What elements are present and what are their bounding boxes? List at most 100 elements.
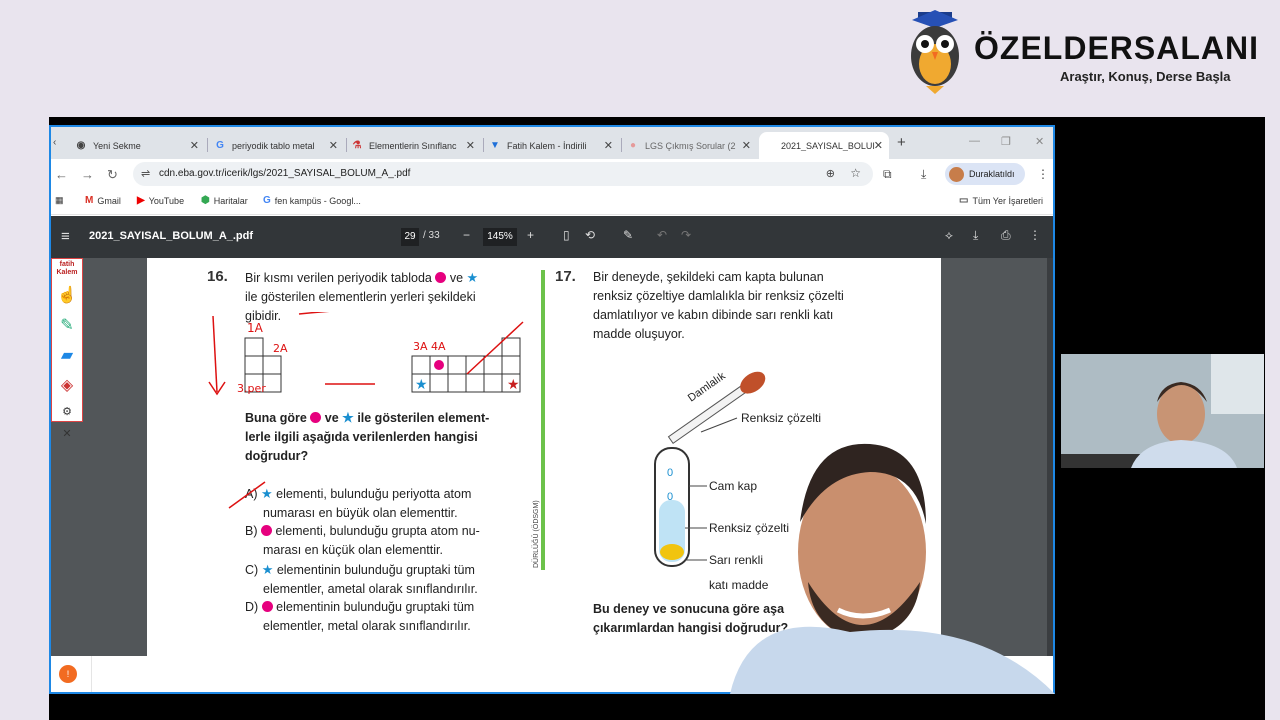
undo-icon[interactable]: ↶ — [657, 228, 667, 242]
annotate-icon[interactable]: ✎ — [623, 228, 633, 242]
forward-icon[interactable]: → — [81, 167, 94, 182]
close-icon[interactable]: ✕ — [742, 139, 751, 152]
settings-close-icon[interactable]: ⚙ ✕ — [56, 401, 78, 440]
tab-label: periyodik tablo metal — [232, 140, 315, 151]
bookmarks-bar: ▦ M Gmail ▶ YouTube ⬢ Haritalar G fen ka… — [51, 189, 1053, 215]
profile-label: Duraklatıldı — [969, 169, 1015, 179]
pink-circle-icon — [310, 412, 322, 423]
person-large-icon — [730, 443, 1055, 694]
fatih-kalem-logo: fatih Kalem — [56, 261, 78, 276]
close-icon[interactable]: ✕ — [874, 139, 883, 152]
pdf-menu-icon[interactable]: ⋮ — [1029, 228, 1041, 242]
tab-fatih-kalem[interactable]: ▼ Fatih Kalem - İndirili ✕ — [489, 132, 619, 159]
zoom-icon[interactable]: ⊕ — [826, 167, 835, 180]
triangle-icon: ▼ — [490, 140, 500, 151]
tab-label: Elementlerin Sınıflanc — [369, 140, 457, 151]
minimize-icon[interactable]: — — [969, 135, 980, 147]
page-number-input[interactable]: 29 — [401, 228, 419, 246]
column-divider — [541, 270, 545, 570]
all-bookmarks[interactable]: ▭ Tüm Yer İşaretleri — [959, 195, 1043, 206]
address-row: ← → ↻ ⇌ cdn.eba.gov.tr/icerik/lgs/2021_S… — [51, 159, 1053, 189]
tab-search-icon[interactable]: ‹ — [53, 137, 56, 148]
option-c[interactable]: C) ★ elementinin bulunduğu gruptaki tüm … — [245, 560, 478, 599]
pink-circle-icon — [261, 601, 273, 612]
handwriting-3a-4a: 3A 4A — [413, 340, 446, 353]
tab-elements[interactable]: ⚗ Elementlerin Sınıflanc ✕ — [351, 132, 481, 159]
ai-icon[interactable]: ⟡ — [945, 228, 953, 243]
q16-question: Buna göre ve ★ ile gösterilen element- l… — [245, 410, 490, 463]
close-icon[interactable]: ✕ — [329, 139, 338, 152]
hamburger-icon[interactable]: ≡ — [61, 228, 70, 245]
frame-bottom — [49, 694, 1265, 720]
option-d[interactable]: D) elementinin bulunduğu gruptaki tüm el… — [245, 598, 474, 636]
tab-label: LGS Çıkmış Sorular (2 — [645, 140, 736, 151]
url-text: cdn.eba.gov.tr/icerik/lgs/2021_SAYISAL_B… — [159, 168, 411, 179]
star-icon: ★ — [342, 410, 354, 425]
tab-periodic-search[interactable]: G periyodik tablo metal ✕ — [214, 132, 344, 159]
bookmark-star-icon[interactable]: ☆ — [850, 166, 861, 180]
menu-dots-icon[interactable]: ⋮ — [1037, 167, 1049, 181]
handwriting-period: 3.per — [237, 382, 266, 395]
star-icon: ★ — [261, 562, 274, 577]
pen-icon[interactable]: ✎ — [56, 315, 78, 337]
new-tab-button[interactable]: + — [897, 134, 906, 151]
svg-text:0: 0 — [667, 467, 673, 479]
print-icon[interactable]: ⎙ — [1001, 228, 1011, 243]
brand-tagline: Araştır, Konuş, Derse Başla — [1060, 69, 1231, 84]
back-icon[interactable]: ← — [55, 167, 68, 182]
flask-icon: ⚗ — [352, 140, 362, 151]
tab-pdf-active[interactable]: 2021_SAYISAL_BOLUI ✕ — [759, 132, 889, 159]
zoom-out-icon[interactable]: − — [463, 228, 470, 242]
close-icon[interactable]: ✕ — [466, 139, 475, 152]
hand-pointer-icon[interactable]: ☝ — [56, 285, 78, 307]
restore-icon[interactable]: ❐ — [1001, 135, 1011, 148]
avatar — [949, 166, 964, 182]
apps-grid-icon[interactable]: ▦ — [55, 195, 64, 206]
person-small-icon — [1061, 354, 1264, 468]
eraser-icon[interactable]: ▰ — [56, 345, 78, 367]
bookmark-youtube[interactable]: ▶ YouTube — [137, 195, 184, 206]
webcam-small — [1061, 354, 1264, 468]
close-icon[interactable]: ✕ — [604, 139, 613, 152]
download-icon[interactable]: ⤓ — [921, 167, 926, 182]
extensions-icon[interactable]: ⧉ — [883, 167, 892, 182]
colorless-top-label: Renksiz çözelti — [741, 411, 821, 425]
zoom-input[interactable]: 145% — [483, 228, 517, 246]
shapes-icon[interactable]: ◈ — [56, 375, 78, 397]
svg-text:0: 0 — [667, 491, 673, 503]
rotate-icon[interactable]: ⟲ — [585, 228, 595, 242]
site-info-icon[interactable]: ⇌ — [141, 167, 150, 180]
address-bar[interactable]: ⇌ cdn.eba.gov.tr/icerik/lgs/2021_SAYISAL… — [133, 162, 873, 186]
q17-number: 17. — [555, 268, 576, 285]
owl-logo-icon — [911, 10, 959, 94]
bookmark-fen-kampus[interactable]: G fen kampüs - Googl... — [263, 195, 361, 206]
tab-lgs[interactable]: ● LGS Çıkmış Sorular (2 ✕ — [627, 132, 757, 159]
bookmark-maps[interactable]: ⬢ Haritalar — [201, 195, 248, 206]
pink-circle-icon — [435, 272, 447, 283]
tab-bar: ‹ ◉ Yeni Sekme ✕ G periyodik tablo metal… — [51, 127, 1053, 159]
pink-circle-icon — [260, 525, 272, 536]
profile-button[interactable]: Duraklatıldı — [945, 163, 1025, 185]
option-b[interactable]: B) elementi, bulunduğu grupta atom nu- m… — [245, 522, 480, 560]
close-icon[interactable]: ✕ — [190, 139, 199, 152]
chrome-icon: ◉ — [76, 140, 86, 151]
q16-number: 16. — [207, 268, 228, 285]
bookmark-gmail[interactable]: M Gmail — [85, 195, 121, 206]
tab-label: Fatih Kalem - İndirili — [507, 140, 587, 151]
svg-text:★: ★ — [415, 377, 428, 393]
notification-icon[interactable]: ! — [59, 665, 77, 683]
tab-label: Yeni Sekme — [93, 140, 141, 151]
maps-icon: ⬢ — [201, 195, 210, 206]
zoom-in-icon[interactable]: + — [527, 228, 534, 242]
option-a[interactable]: A) ★ elementi, bulunduğu periyotta atom … — [245, 484, 471, 523]
pdf-download-icon[interactable]: ⤓ — [973, 228, 978, 243]
redo-icon[interactable]: ↷ — [681, 228, 691, 242]
tab-new[interactable]: ◉ Yeni Sekme ✕ — [75, 132, 205, 159]
reload-icon[interactable]: ↻ — [107, 167, 118, 183]
page-total: / 33 — [423, 230, 440, 241]
pdf-toolbar: ≡ 2021_SAYISAL_BOLUM_A_.pdf 29 / 33 − 14… — [51, 216, 1053, 258]
q17-stem: Bir deneyde, şekildeki cam kapta bulunan… — [593, 270, 844, 341]
fit-page-icon[interactable]: ▯ — [563, 228, 570, 242]
close-window-icon[interactable]: ✕ — [1035, 135, 1044, 148]
handwriting-1a: 1A — [247, 321, 264, 335]
